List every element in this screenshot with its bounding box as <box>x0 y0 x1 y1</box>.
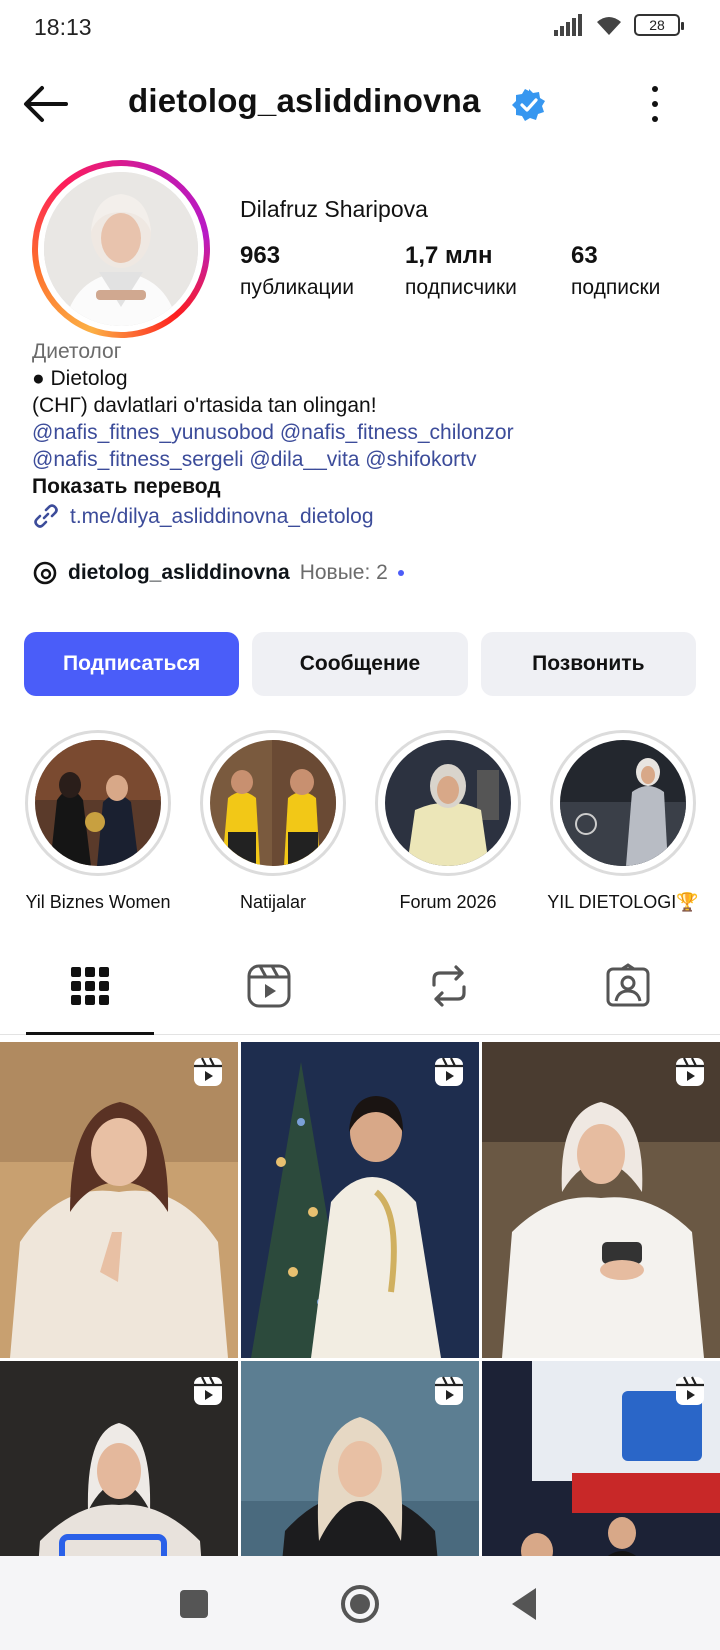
reel-badge-icon <box>194 1057 222 1086</box>
highlight-cover <box>35 740 161 866</box>
threads-new-dot <box>397 570 404 576</box>
reel-badge-icon <box>676 1376 704 1405</box>
stat-following-label: подписки <box>571 276 661 299</box>
stat-following-value: 63 <box>571 242 598 269</box>
tagged-icon <box>606 963 650 1007</box>
page-title: dietolog_asliddinovna <box>128 82 481 119</box>
more-options-button[interactable] <box>640 80 670 128</box>
bio-mentions[interactable]: @nafis_fitness_sergeli @dila__vita @shif… <box>32 446 692 473</box>
post-tile[interactable] <box>482 1361 720 1556</box>
verified-badge-icon <box>512 89 545 121</box>
more-dot <box>652 116 658 122</box>
profile-bio: Диетолог ● Dietolog (СНГ) davlatlari o'r… <box>32 338 692 530</box>
battery-icon: 28 <box>634 14 684 36</box>
threads-icon <box>33 561 57 585</box>
nav-back-icon[interactable] <box>502 1582 546 1626</box>
more-dot <box>652 101 658 107</box>
wifi-icon <box>597 17 621 35</box>
tab-tagged[interactable] <box>605 963 651 1009</box>
post-tile[interactable] <box>241 1042 479 1358</box>
highlight-label: Forum 2026 <box>399 892 497 912</box>
highlight-cover <box>210 740 336 866</box>
threads-badge[interactable]: dietolog_asliddinovna Новые: 2 <box>32 560 404 586</box>
arrow-left-icon <box>24 86 68 122</box>
profile-actions: Подписаться Сообщение Позвонить <box>24 632 696 696</box>
stat-posts-value: 963 <box>240 242 281 269</box>
posts-grid <box>0 1042 720 1556</box>
profile-category: Диетолог <box>32 340 122 363</box>
stat-followers-label: подписчики <box>405 276 517 299</box>
active-tab-indicator <box>26 1032 154 1035</box>
follow-button[interactable]: Подписаться <box>24 632 240 696</box>
highlight-label: Yil Biznes Women <box>25 892 171 912</box>
avatar-illustration <box>44 172 198 326</box>
story-highlights: Yil Biznes Women Natijalar Forum 2026 YI… <box>0 730 720 913</box>
profile-avatar[interactable] <box>32 160 210 338</box>
bio-mentions[interactable]: @nafis_fitnes_yunusobod @nafis_fitness_c… <box>32 419 692 446</box>
bio-link-text[interactable]: t.me/dilya_asliddinovna_dietolog <box>70 503 374 530</box>
avatar-photo <box>44 172 198 326</box>
highlight-cover <box>560 740 686 866</box>
link-icon <box>34 504 58 528</box>
reposts-icon <box>432 965 466 1007</box>
profile-full-name: Dilafruz Sharipova <box>240 196 428 222</box>
stat-followers[interactable]: 1,7 млн подписчики <box>405 242 517 300</box>
tab-reposts[interactable] <box>426 963 472 1009</box>
post-tile[interactable] <box>241 1361 479 1556</box>
reel-badge-icon <box>676 1057 704 1086</box>
highlight-item[interactable]: Natijalar <box>193 730 353 913</box>
status-time: 18:13 <box>34 14 92 40</box>
show-translation-link[interactable]: Показать перевод <box>32 473 692 500</box>
home-icon[interactable] <box>338 1582 382 1626</box>
reel-badge-icon <box>435 1376 463 1405</box>
recent-apps-icon[interactable] <box>172 1582 216 1626</box>
reel-badge-icon <box>194 1376 222 1405</box>
highlight-item[interactable]: YIL DIETOLOGI🏆 <box>543 730 703 913</box>
system-navigation-bar <box>0 1556 720 1650</box>
stat-following[interactable]: 63 подписки <box>571 242 660 300</box>
back-button[interactable] <box>22 84 72 124</box>
tab-grid[interactable] <box>67 963 113 1009</box>
stat-posts[interactable]: 963 публикации <box>240 242 354 300</box>
bio-line: (СНГ) davlatlari o'rtasida tan olingan! <box>32 394 377 417</box>
grid-icon <box>71 967 109 1005</box>
message-button[interactable]: Сообщение <box>252 632 468 696</box>
signal-icon <box>554 14 582 36</box>
tab-reels[interactable] <box>246 963 292 1009</box>
content-tabs <box>0 945 720 1035</box>
status-icons: 28 <box>554 14 684 36</box>
stat-posts-label: публикации <box>240 276 354 299</box>
threads-news: Новые: 2 <box>299 561 388 584</box>
threads-handle: dietolog_asliddinovna <box>68 561 290 584</box>
highlight-item[interactable]: Forum 2026 <box>368 730 528 913</box>
post-tile[interactable] <box>0 1042 238 1358</box>
highlight-label: YIL DIETOLOGI🏆 <box>547 892 699 912</box>
bio-external-link[interactable]: t.me/dilya_asliddinovna_dietolog <box>32 502 692 530</box>
bio-line: ● Dietolog <box>32 367 128 390</box>
highlight-item[interactable]: Yil Biznes Women <box>18 730 178 913</box>
more-dot <box>652 86 658 92</box>
call-button[interactable]: Позвонить <box>480 632 696 696</box>
profile-header: dietolog_asliddinovna <box>0 70 720 140</box>
status-bar: 18:13 28 <box>0 0 720 56</box>
post-tile[interactable] <box>482 1042 720 1358</box>
reels-icon <box>247 964 291 1008</box>
highlight-label: Natijalar <box>239 892 307 912</box>
reel-badge-icon <box>435 1057 463 1086</box>
stat-followers-value: 1,7 млн <box>405 242 493 269</box>
post-tile[interactable] <box>0 1361 238 1556</box>
highlight-cover <box>385 740 511 866</box>
